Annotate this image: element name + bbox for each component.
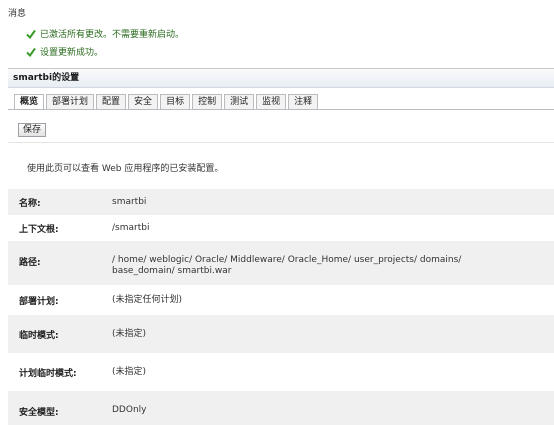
tab-notes[interactable]: 注释	[288, 94, 319, 109]
property-value: (未指定)	[112, 328, 147, 339]
divider	[8, 142, 554, 143]
property-label: 上下文根:	[19, 224, 59, 235]
tab-targets[interactable]: 目标	[160, 94, 191, 109]
property-row-context-root: 上下文根: /smartbi	[8, 215, 554, 241]
property-label: 路径:	[19, 258, 41, 268]
panel-title: smartbi的设置	[8, 69, 554, 88]
checkmark-icon	[26, 47, 36, 57]
message-item: 已激活所有更改。不需要重新启动。	[26, 27, 184, 40]
save-button[interactable]: 保存	[18, 123, 47, 137]
settings-panel: smartbi的设置 概览 部署计划 配置 安全 目标 控制 测试 监视 注释 …	[8, 68, 554, 425]
property-value: smartbi	[112, 196, 147, 207]
tab-overview[interactable]: 概览	[14, 94, 45, 109]
property-row-name: 名称: smartbi	[8, 189, 554, 215]
messages-title: 消息	[8, 9, 27, 19]
property-row-security-model: 安全模型: DDOnly	[8, 391, 554, 425]
property-value: (未指定)	[112, 366, 147, 377]
property-label: 部署计划:	[19, 296, 59, 307]
tab-monitoring[interactable]: 监视	[256, 94, 287, 109]
property-label: 临时模式:	[19, 330, 59, 341]
message-text: 设置更新成功。	[40, 48, 104, 58]
tab-security[interactable]: 安全	[128, 94, 159, 109]
property-row-deployment-plan: 部署计划: (未指定任何计划)	[8, 285, 554, 315]
property-row-plan-staging-mode: 计划临时模式: (未指定)	[8, 353, 554, 391]
property-value: / home/ weblogic/ Oracle/ Middleware/ Or…	[112, 255, 462, 276]
tab-bar: 概览 部署计划 配置 安全 目标 控制 测试 监视 注释	[14, 94, 320, 109]
tab-testing[interactable]: 测试	[224, 94, 255, 109]
property-row-path: 路径: / home/ weblogic/ Oracle/ Middleware…	[8, 241, 554, 285]
tab-divider	[8, 109, 554, 110]
property-label: 名称:	[19, 198, 41, 209]
property-value: (未指定任何计划)	[112, 294, 183, 305]
checkmark-icon	[26, 29, 36, 39]
tab-deployment-plan[interactable]: 部署计划	[46, 94, 95, 109]
property-value: /smartbi	[112, 222, 150, 233]
page-description: 使用此页可以查看 Web 应用程序的已安装配置。	[27, 164, 224, 174]
property-label: 安全模型:	[19, 408, 59, 418]
property-row-staging-mode: 临时模式: (未指定)	[8, 315, 554, 353]
tab-control[interactable]: 控制	[192, 94, 223, 109]
message-item: 设置更新成功。	[26, 45, 103, 58]
message-text: 已激活所有更改。不需要重新启动。	[40, 30, 185, 40]
tab-configuration[interactable]: 配置	[96, 94, 127, 109]
property-label: 计划临时模式:	[19, 368, 77, 379]
